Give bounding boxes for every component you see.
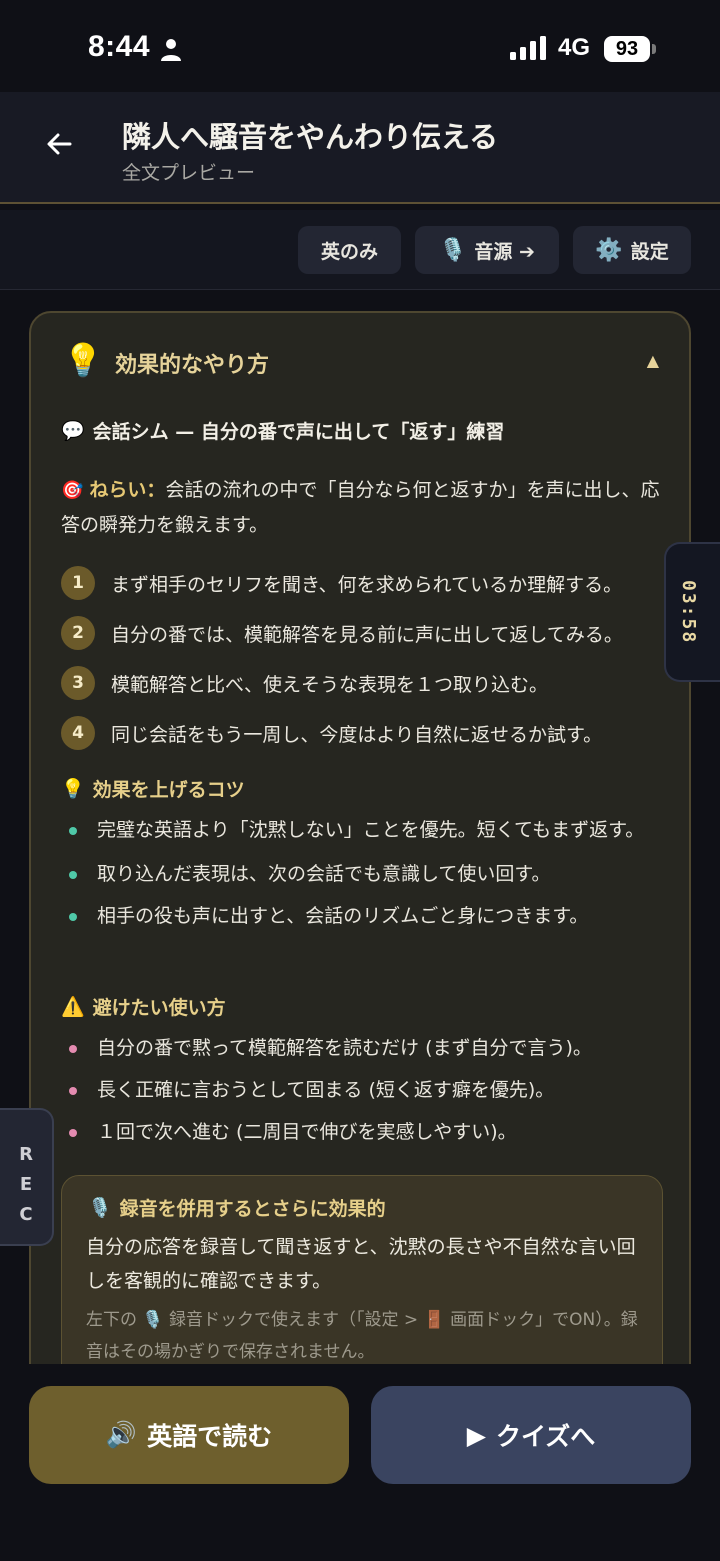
note-text: 左下の: [86, 1310, 137, 1330]
bullet-dot: [69, 1045, 77, 1053]
bullet-dot: [69, 1129, 77, 1137]
speech-bubble-icon: 💬: [61, 420, 85, 442]
gear-icon: ⚙️: [595, 237, 623, 263]
avoid-list: 自分の番で黙って模範解答を読むだけ (まず自分で言う)。 長く正確に言おうとして…: [67, 1031, 667, 1149]
tips-heading: 💡 効果を上げるコツ: [61, 775, 245, 802]
tips-card: 💡 効果的なやり方 ▲ 💬 会話シム — 自分の番で声に出して「返す」練習 🎯 ね…: [29, 311, 691, 1411]
read-english-label: 英語で読む: [147, 1422, 273, 1451]
step-item: 3 模範解答と比べ、使えそうな表現を１つ取り込む。: [61, 663, 681, 703]
avoid-heading: ⚠️ 避けたい使い方: [61, 993, 226, 1020]
step-item: 1 まず相手のセリフを聞き、何を求められているか理解する。: [61, 563, 681, 603]
step-number: 2: [61, 616, 95, 650]
battery-icon: 93: [604, 36, 650, 62]
timer-text: 03:58: [678, 580, 699, 645]
step-text: 同じ会話をもう一周し、今度はより自然に返せるか試す。: [111, 723, 603, 746]
audio-source-label: 音源 ➔: [474, 240, 535, 263]
recording-tip-body: 自分の応答を録音して聞き返すと、沈黙の長さや不自然な言い回しを客観的に確認できま…: [86, 1236, 636, 1292]
rec-tab-label: REC: [19, 1144, 33, 1225]
recording-tip-title-text: 録音を併用するとさらに効果的: [119, 1198, 386, 1220]
collapse-icon[interactable]: ▲: [647, 351, 659, 370]
rec-tab[interactable]: REC: [0, 1108, 54, 1246]
list-item: 自分の番で黙って模範解答を読むだけ (まず自分で言う)。: [67, 1031, 667, 1065]
door-icon: 🚪: [423, 1310, 445, 1330]
page-title: 隣人へ騒音をやんわり伝える: [122, 120, 499, 154]
step-number: 4: [61, 716, 95, 750]
microphone-icon: 🎙️: [142, 1310, 164, 1330]
signal-icon: [510, 36, 546, 60]
english-only-label: 英のみ: [320, 240, 378, 263]
step-number: 1: [61, 566, 95, 600]
play-icon: ▶: [466, 1420, 486, 1450]
goal-paragraph: 🎯 ねらい：会話の流れの中で「自分なら何と返すか」を声に出し、応答の瞬発力を鍛えま…: [61, 473, 666, 542]
goal-label: ねらい：: [89, 479, 166, 501]
tips-list: 完璧な英語より「沈黙しない」ことを優先。短くてもまず返す。 取り込んだ表現は、次…: [67, 813, 667, 933]
bullet-dot: [69, 1087, 77, 1095]
speaker-icon: 🔊: [105, 1420, 138, 1449]
warning-icon: ⚠️: [61, 996, 85, 1018]
tips-heading-text: 効果を上げるコツ: [92, 779, 245, 801]
list-item: １回で次へ進む (二周目で伸びを実感しやすい)。: [67, 1115, 667, 1149]
step-text: 自分の番では、模範解答を見る前に声に出して返してみる。: [111, 623, 623, 646]
audio-source-button[interactable]: 🎙️ 音源 ➔: [415, 226, 559, 274]
step-text: 模範解答と比べ、使えそうな表現を１つ取り込む。: [111, 673, 549, 696]
tip-text: 完璧な英語より「沈黙しない」ことを優先。短くてもまず返す。: [97, 819, 645, 841]
note-text: 録音ドックで使えます（「設定 >: [168, 1310, 419, 1330]
microphone-icon: 🎙️: [88, 1197, 112, 1219]
mode-heading-text: 会話シム — 自分の番で声に出して「返す」練習: [92, 421, 505, 443]
avoid-text: 長く正確に言おうとして固まる (短く返す癖を優先)。: [97, 1079, 555, 1101]
lightbulb-icon: 💡: [61, 778, 85, 800]
read-english-button[interactable]: 🔊 英語で読む: [29, 1386, 349, 1484]
lightbulb-icon: 💡: [63, 341, 103, 379]
settings-button[interactable]: ⚙️ 設定: [573, 226, 691, 274]
toolbar: 英のみ 🎙️ 音源 ➔ ⚙️ 設定: [0, 210, 720, 290]
person-icon: [161, 39, 181, 61]
to-quiz-label: クイズへ: [495, 1422, 596, 1451]
bottom-bar: 🔊 英語で読む ▶ クイズへ: [0, 1364, 720, 1561]
header: 隣人へ騒音をやんわり伝える 全文プレビュー: [0, 92, 720, 204]
back-arrow-icon[interactable]: [40, 124, 80, 164]
target-icon: 🎯: [61, 480, 84, 501]
clock: 8:44: [88, 30, 151, 63]
card-header[interactable]: 💡 効果的なやり方 ▲: [31, 313, 689, 403]
battery-tip: [652, 44, 656, 54]
english-only-button[interactable]: 英のみ: [298, 226, 401, 274]
tip-text: 相手の役も声に出すと、会話のリズムごと身につきます。: [97, 905, 589, 927]
avoid-heading-text: 避けたい使い方: [92, 997, 226, 1019]
list-item: 長く正確に言おうとして固まる (短く返す癖を優先)。: [67, 1073, 667, 1107]
list-item: 取り込んだ表現は、次の会話でも意識して使い回す。: [67, 857, 667, 891]
status-bar: 8:44 4G 93: [0, 0, 720, 92]
card-title: 効果的なやり方: [115, 353, 270, 378]
step-item: 2 自分の番では、模範解答を見る前に声に出して返してみる。: [61, 613, 681, 653]
to-quiz-button[interactable]: ▶ クイズへ: [371, 1386, 691, 1484]
microphone-icon: 🎙️: [439, 237, 467, 263]
list-item: 完璧な英語より「沈黙しない」ことを優先。短くてもまず返す。: [67, 813, 667, 847]
step-text: まず相手のセリフを聞き、何を求められているか理解する。: [111, 573, 623, 596]
tip-text: 取り込んだ表現は、次の会話でも意識して使い回す。: [97, 863, 551, 885]
bullet-dot: [69, 827, 77, 835]
network-label: 4G: [558, 34, 591, 61]
recording-tip-title: 🎙️ 録音を併用するとさらに効果的: [88, 1194, 386, 1221]
bullet-dot: [69, 871, 77, 879]
list-item: 相手の役も声に出すと、会話のリズムごと身につきます。: [67, 899, 667, 933]
timer-tab[interactable]: 03:58: [664, 542, 720, 682]
recording-tip-note: 左下の 🎙️ 録音ドックで使えます（「設定 > 🚪 画面ドック」でON）。録音は…: [86, 1304, 646, 1368]
settings-label: 設定: [630, 240, 669, 263]
page-subtitle: 全文プレビュー: [122, 162, 256, 184]
step-item: 4 同じ会話をもう一周し、今度はより自然に返せるか試す。: [61, 713, 681, 753]
step-number: 3: [61, 666, 95, 700]
bullet-dot: [69, 913, 77, 921]
mode-heading: 💬 会話シム — 自分の番で声に出して「返す」練習: [61, 417, 504, 444]
avoid-text: 自分の番で黙って模範解答を読むだけ (まず自分で言う)。: [97, 1037, 592, 1059]
avoid-text: １回で次へ進む (二周目で伸びを実感しやすい)。: [97, 1121, 517, 1143]
